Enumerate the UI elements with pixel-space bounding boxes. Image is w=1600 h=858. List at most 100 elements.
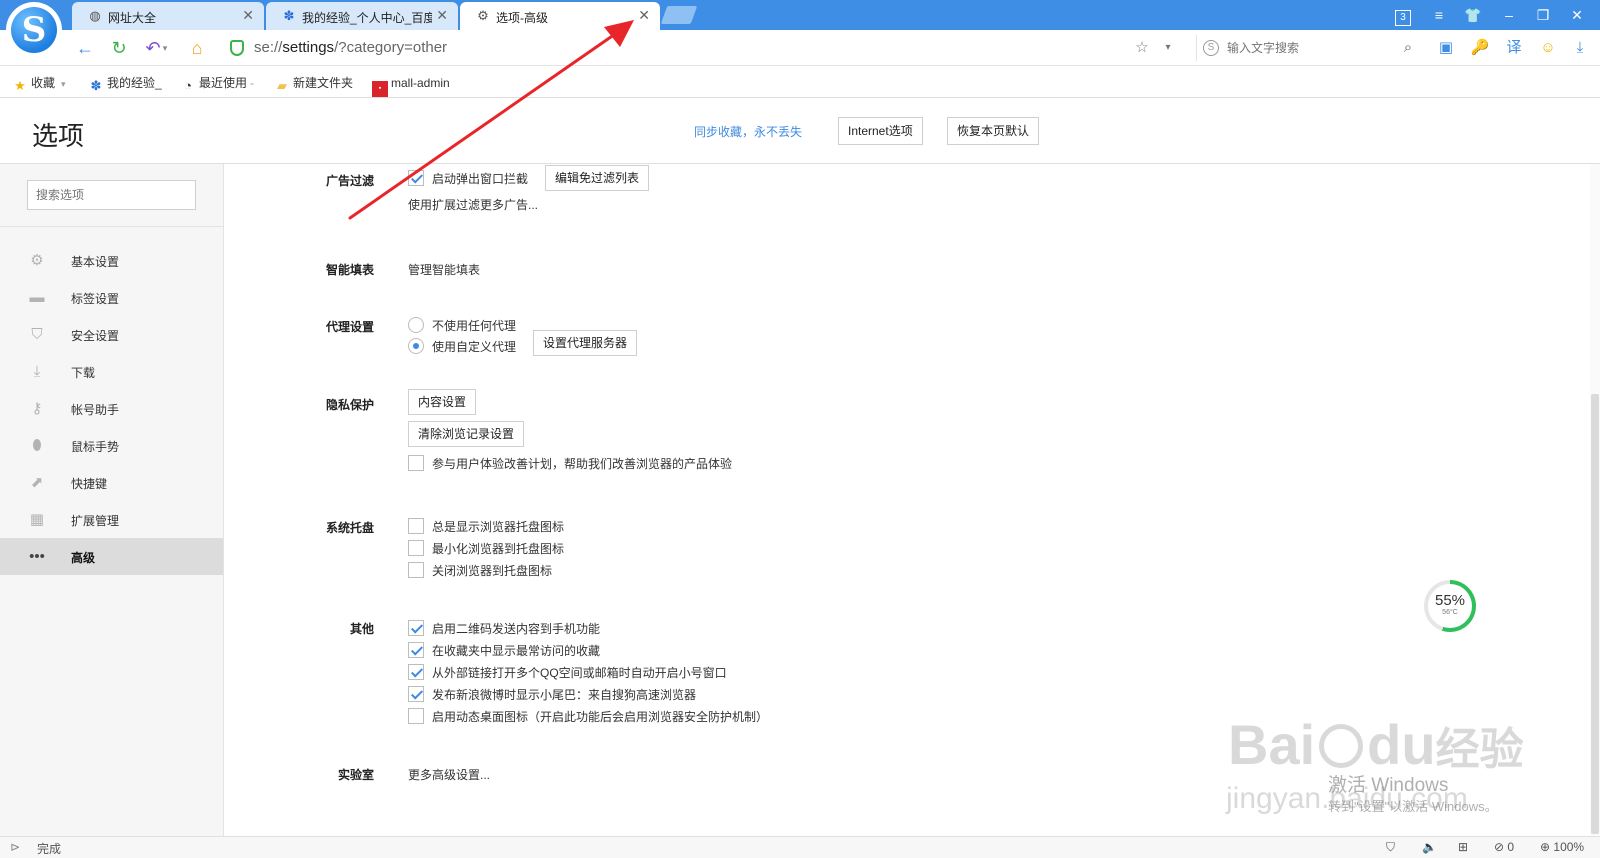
sidebar-toggle-icon[interactable]: ⊳ — [10, 840, 20, 854]
cpu-usage-widget[interactable]: 55% 56°C — [1424, 580, 1476, 632]
checkbox-checked[interactable] — [408, 620, 424, 636]
checkbox-unchecked[interactable] — [408, 455, 424, 471]
sidebar-item-download[interactable]: ⤓ 下载 — [0, 353, 223, 390]
clear-history-settings-button[interactable]: 清除浏览记录设置 — [408, 421, 525, 447]
adblock-counter[interactable]: ⊘ 0 — [1494, 840, 1514, 854]
sogou-logo[interactable]: S — [6, 2, 62, 58]
bookmark-favorites[interactable]: ★ 收藏 ▾ — [12, 74, 65, 93]
section-title-other: 其他 — [349, 622, 374, 636]
ux-plan-checkbox[interactable]: 参与用户体验改善计划，帮助我们改善浏览器的产品体验 — [408, 455, 732, 473]
sidebar-item-extensions[interactable]: ▦ 扩展管理 — [0, 501, 223, 538]
search-input[interactable] — [1227, 39, 1387, 57]
sidebar-item-mouse-gesture[interactable]: ⬮ 鼠标手势 — [0, 427, 223, 464]
sidebar-item-label: 帐号助手 — [71, 403, 120, 417]
qrcode-send-checkbox[interactable]: 启用二维码发送内容到手机功能 — [408, 620, 600, 638]
radio-unchecked[interactable] — [408, 317, 424, 333]
sidebar-item-security[interactable]: ⛉ 安全设置 — [0, 316, 223, 353]
restore-button[interactable]: ❐ — [1532, 5, 1554, 25]
minimize-button[interactable]: – — [1498, 5, 1520, 25]
no-proxy-radio[interactable]: 不使用任何代理 — [408, 317, 516, 335]
chevron-down-icon[interactable]: ▾ — [1158, 38, 1178, 58]
tab-site-directory[interactable]: ◍ 网址大全 ✕ — [72, 2, 264, 30]
skin-icon[interactable]: 👕 — [1462, 5, 1484, 25]
address-bar[interactable]: se://settings/?category=other — [226, 35, 1146, 61]
security-shield-icon[interactable]: ⛉ — [1386, 840, 1395, 855]
content-settings-button[interactable]: 内容设置 — [408, 389, 477, 415]
sidebar-item-label: 高级 — [71, 551, 96, 565]
tray-close-checkbox[interactable]: 关闭浏览器到托盘图标 — [408, 562, 552, 580]
close-icon[interactable]: ✕ — [436, 8, 448, 22]
screenshot-icon[interactable]: ▣ — [1436, 38, 1456, 58]
qq-alt-window-checkbox[interactable]: 从外部链接打开多个QQ空间或邮箱时自动开启小号窗口 — [408, 664, 727, 682]
bookmark-my-experience[interactable]: ✽ 我的经验_ — [88, 74, 162, 93]
settings-sidebar: ⚙ 基本设置 ▬ 标签设置 ⛉ 安全设置 ⤓ 下载 ⚷ 帐号助手 ⬮ 鼠标手势 … — [0, 164, 224, 836]
popup-block-checkbox[interactable]: 启动弹出窗口拦截 — [408, 170, 528, 188]
star-icon[interactable]: ☆ — [1132, 38, 1152, 58]
bookmark-recent[interactable]: ◔ 最近使用 - — [180, 74, 254, 93]
sidebar-item-account[interactable]: ⚷ 帐号助手 — [0, 390, 223, 427]
frequent-favorites-checkbox[interactable]: 在收藏夹中显示最常访问的收藏 — [408, 642, 600, 660]
bookmark-new-folder[interactable]: ▰ 新建文件夹 — [274, 74, 353, 93]
sidebar-item-basic[interactable]: ⚙ 基本设置 — [0, 242, 223, 279]
zoom-control[interactable]: ⊕ 100% — [1540, 840, 1584, 854]
smile-icon[interactable]: ☺ — [1538, 38, 1558, 58]
sogou-search-icon: S — [1203, 40, 1219, 56]
gift-icon[interactable]: ⊞ — [1458, 840, 1468, 854]
checkbox-unchecked[interactable] — [408, 540, 424, 556]
home-icon[interactable]: ⌂ — [186, 37, 208, 59]
custom-proxy-radio[interactable]: 使用自定义代理 — [408, 338, 516, 356]
search-icon[interactable]: ⌕ — [1398, 38, 1418, 58]
volume-icon[interactable]: 🔈 — [1422, 840, 1437, 854]
checkbox-unchecked[interactable] — [408, 518, 424, 534]
tray-minimize-checkbox[interactable]: 最小化浏览器到托盘图标 — [408, 540, 564, 558]
status-text: 完成 — [37, 842, 62, 856]
sync-link[interactable]: 同步收藏，永不丢失 — [694, 123, 802, 140]
checkbox-unchecked[interactable] — [408, 562, 424, 578]
radio-label: 使用自定义代理 — [432, 340, 517, 354]
chevron-down-icon[interactable]: ▾ — [160, 37, 170, 59]
proxy-server-button[interactable]: 设置代理服务器 — [533, 330, 638, 356]
checkbox-checked[interactable] — [408, 664, 424, 680]
sidebar-item-tabs[interactable]: ▬ 标签设置 — [0, 279, 223, 316]
tray-always-show-checkbox[interactable]: 总是显示浏览器托盘图标 — [408, 518, 564, 536]
tab-my-experience[interactable]: ✽ 我的经验_个人中心_百度 ✕ — [266, 2, 458, 30]
back-arrow-icon[interactable]: ← — [74, 37, 96, 59]
close-icon[interactable]: ✕ — [242, 8, 254, 22]
tab-options-advanced[interactable]: ⚙ 选项-高级 ✕ — [460, 2, 660, 30]
weibo-tail-checkbox[interactable]: 发布新浪微博时显示小尾巴：来自搜狗高速浏览器 — [408, 686, 696, 704]
sidebar-search[interactable] — [27, 180, 196, 210]
scrollbar-thumb[interactable] — [1591, 394, 1599, 834]
refresh-icon[interactable]: ↻ — [108, 37, 130, 59]
menu-icon[interactable]: ≡ — [1428, 5, 1450, 25]
radio-checked[interactable] — [408, 338, 424, 354]
divider — [0, 226, 223, 227]
close-window-button[interactable]: ✕ — [1566, 5, 1588, 25]
key-icon[interactable]: 🔑 — [1470, 38, 1490, 58]
section-title-adblock: 广告过滤 — [325, 174, 374, 188]
url-text[interactable]: se://settings/?category=other — [254, 39, 447, 56]
checkbox-checked[interactable] — [408, 642, 424, 658]
sidebar-item-label: 鼠标手势 — [71, 440, 120, 454]
edit-whitelist-button[interactable]: 编辑免过滤列表 — [545, 165, 650, 191]
close-icon[interactable]: ✕ — [638, 8, 650, 22]
checkbox-checked[interactable] — [408, 686, 424, 702]
search-box[interactable]: S — [1196, 35, 1420, 61]
checkbox-unchecked[interactable] — [408, 708, 424, 724]
checkbox-label: 最小化浏览器到托盘图标 — [432, 542, 565, 556]
tab-count-button[interactable]: 3 — [1392, 5, 1414, 26]
sidebar-item-shortcuts[interactable]: ⬈ 快捷键 — [0, 464, 223, 501]
more-advanced-settings-link[interactable]: 更多高级设置... — [408, 766, 490, 783]
new-tab-button[interactable] — [660, 6, 698, 24]
translate-icon[interactable]: 译 — [1504, 38, 1524, 58]
bookmark-mall-admin[interactable]: ▪ mall-admin — [372, 74, 450, 97]
checkbox-checked[interactable] — [408, 170, 424, 186]
restore-defaults-button[interactable]: 恢复本页默认 — [947, 117, 1040, 145]
extension-filter-link[interactable]: 使用扩展过滤更多广告... — [408, 196, 538, 213]
dynamic-desktop-icon-checkbox[interactable]: 启用动态桌面图标（开启此功能后会启用浏览器安全防护机制） — [408, 708, 768, 726]
sidebar-item-advanced[interactable]: ••• 高级 — [0, 538, 223, 575]
download-icon[interactable]: ⤓ — [1570, 38, 1590, 58]
manage-autofill-link[interactable]: 管理智能填表 — [408, 261, 480, 278]
checkbox-label: 总是显示浏览器托盘图标 — [432, 520, 565, 534]
internet-options-button[interactable]: Internet选项 — [838, 117, 923, 145]
sidebar-search-input[interactable] — [28, 181, 195, 209]
